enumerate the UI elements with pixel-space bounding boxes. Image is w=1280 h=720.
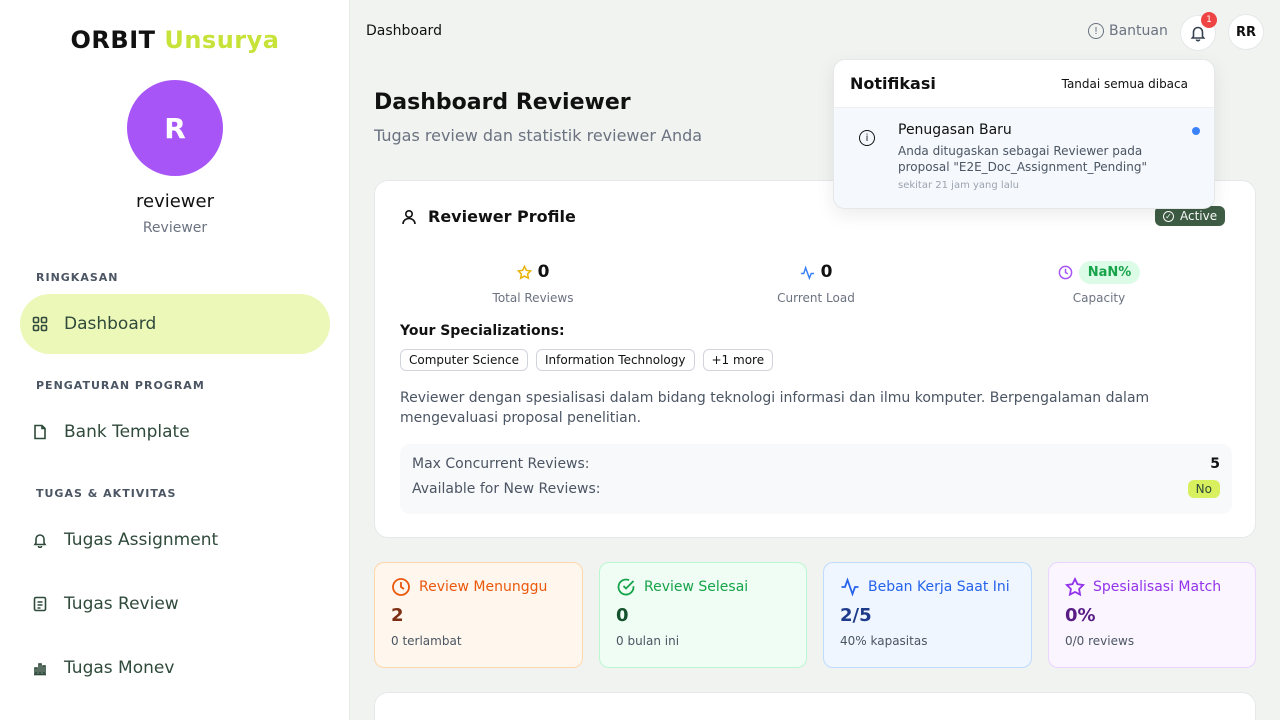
specializations-list: Computer Science Information Technology …: [400, 349, 774, 371]
stat-card-value: 0: [616, 605, 629, 626]
status-badge-label: Active: [1180, 209, 1218, 223]
max-concurrent-row: Max Concurrent Reviews: 5: [412, 456, 1220, 472]
sidebar-item-label: Tugas Review: [64, 594, 179, 614]
stat-value: NaN%: [1078, 260, 1141, 284]
info-icon: i: [859, 130, 875, 146]
reviewer-profile-card: Reviewer Profile ✓ Active 0 Total Review…: [374, 180, 1256, 538]
status-badge: ✓ Active: [1155, 206, 1226, 226]
brand-logo[interactable]: ORBIT Unsurya: [0, 26, 350, 54]
document-icon: [32, 596, 48, 612]
stat-card-subtext: 0 terlambat: [391, 634, 462, 648]
stat-card-value: 2/5: [840, 605, 872, 626]
notification-item[interactable]: i Penugasan Baru Anda ditugaskan sebagai…: [834, 108, 1214, 208]
check-circle-icon: ✓: [1163, 210, 1174, 222]
star-icon: [1065, 577, 1085, 597]
stat-value: 0: [537, 262, 550, 282]
stat-capacity: NaN% Capacity: [1009, 259, 1189, 305]
sidebar-item-label: Tugas Assignment: [64, 530, 219, 550]
availability-row: Available for New Reviews: No: [412, 480, 1220, 498]
sidebar-item-label: Bank Template: [64, 422, 190, 442]
notification-item-title: Penugasan Baru: [898, 122, 1012, 138]
user-icon: [402, 209, 416, 224]
user-avatar: R: [127, 80, 223, 176]
stat-current-load: 0 Current Load: [726, 259, 906, 305]
notification-header: Notifikasi Tandai semua dibaca: [834, 60, 1214, 108]
file-icon: [32, 424, 48, 440]
user-menu-avatar[interactable]: RR: [1228, 14, 1264, 50]
profile-description: Reviewer dengan spesialisasi dalam bidan…: [400, 390, 1150, 426]
clock-icon: [1058, 265, 1073, 279]
bell-icon: [32, 532, 48, 548]
user-role: Reviewer: [142, 220, 208, 236]
review-limits-panel: Max Concurrent Reviews: 5 Available for …: [400, 444, 1232, 514]
stat-card-value: 2: [391, 605, 404, 626]
sidebar-item-bank-template[interactable]: Bank Template: [20, 402, 330, 462]
stat-total-reviews: 0 Total Reviews: [443, 259, 623, 305]
unread-dot: [1192, 127, 1200, 135]
stat-value: 0: [820, 262, 833, 282]
notification-count-badge: 1: [1201, 12, 1217, 28]
clock-icon: [392, 578, 410, 596]
help-label: Bantuan: [1109, 23, 1168, 39]
stat-card-title: Spesialisasi Match: [1093, 579, 1222, 595]
stat-card-review-selesai[interactable]: Review Selesai 0 0 bulan ini: [599, 562, 807, 668]
bar-chart-icon: [32, 660, 48, 676]
activity-icon: [800, 265, 814, 280]
notification-title: Notifikasi: [850, 74, 936, 93]
nav-section-ringkasan: RINGKASAN: [36, 271, 119, 284]
more-specializations-tag[interactable]: +1 more: [702, 349, 774, 371]
stat-card-beban-kerja[interactable]: Beban Kerja Saat Ini 2/5 40% kapasitas: [823, 562, 1032, 668]
availability-label: Available for New Reviews:: [412, 481, 601, 497]
help-link[interactable]: ! Bantuan: [1088, 23, 1168, 39]
notification-item-time: sekitar 21 jam yang lalu: [898, 180, 1019, 191]
stat-card-title: Review Selesai: [644, 579, 749, 595]
specialization-tag: Information Technology: [536, 349, 695, 371]
check-circle-icon: [617, 578, 635, 596]
profile-title-text: Reviewer Profile: [428, 207, 576, 226]
sidebar-item-dashboard[interactable]: Dashboard: [20, 294, 330, 354]
grid-icon: [32, 316, 48, 332]
profile-card-title: Reviewer Profile: [400, 207, 576, 226]
stat-card-title: Review Menunggu: [419, 579, 548, 595]
stat-card-value: 0%: [1065, 605, 1096, 626]
sidebar-item-tugas-assignment[interactable]: Tugas Assignment: [20, 510, 330, 570]
stat-card-review-menunggu[interactable]: Review Menunggu 2 0 terlambat: [374, 562, 583, 668]
max-concurrent-label: Max Concurrent Reviews:: [412, 456, 590, 472]
stat-card-subtext: 40% kapasitas: [840, 634, 928, 648]
nav-section-tugas: TUGAS & AKTIVITAS: [36, 487, 177, 500]
availability-badge: No: [1187, 480, 1220, 498]
notification-item-body: Anda ditugaskan sebagai Reviewer pada pr…: [898, 144, 1147, 174]
stat-card-subtext: 0 bulan ini: [616, 634, 680, 648]
activity-icon: [841, 577, 859, 597]
stat-card-spesialisasi-match[interactable]: Spesialisasi Match 0% 0/0 reviews: [1048, 562, 1256, 668]
sidebar-item-label: Dashboard: [64, 314, 157, 334]
sidebar: ORBIT Unsurya R reviewer Reviewer RINGKA…: [0, 0, 350, 720]
stat-card-subtext: 0/0 reviews: [1065, 634, 1135, 648]
stat-card-title: Beban Kerja Saat Ini: [868, 579, 1010, 595]
sidebar-item-tugas-review[interactable]: Tugas Review: [20, 574, 330, 634]
sidebar-item-label: Tugas Monev: [64, 658, 175, 678]
specialization-tag: Computer Science: [400, 349, 528, 371]
next-section-card: [374, 692, 1256, 720]
stat-label: Current Load: [777, 291, 855, 305]
nav-section-pengaturan: PENGATURAN PROGRAM: [36, 379, 205, 392]
specializations-heading: Your Specializations:: [400, 323, 565, 339]
star-icon: [516, 264, 532, 280]
stat-label: Capacity: [1072, 291, 1126, 305]
info-icon: !: [1088, 23, 1104, 39]
brand-part2: Unsurya: [164, 26, 280, 54]
notification-dropdown: Notifikasi Tandai semua dibaca i Penugas…: [833, 59, 1215, 209]
max-concurrent-value: 5: [1210, 456, 1220, 472]
page-subtitle: Tugas review dan statistik reviewer Anda: [374, 126, 703, 145]
mark-all-read-button[interactable]: Tandai semua dibaca: [1062, 77, 1198, 91]
user-name: reviewer: [135, 191, 214, 212]
stat-label: Total Reviews: [492, 291, 574, 305]
sidebar-item-tugas-monev[interactable]: Tugas Monev: [20, 638, 330, 698]
brand-part1: ORBIT: [70, 26, 156, 54]
breadcrumb[interactable]: Dashboard: [366, 23, 442, 39]
page-title: Dashboard Reviewer: [374, 90, 631, 115]
